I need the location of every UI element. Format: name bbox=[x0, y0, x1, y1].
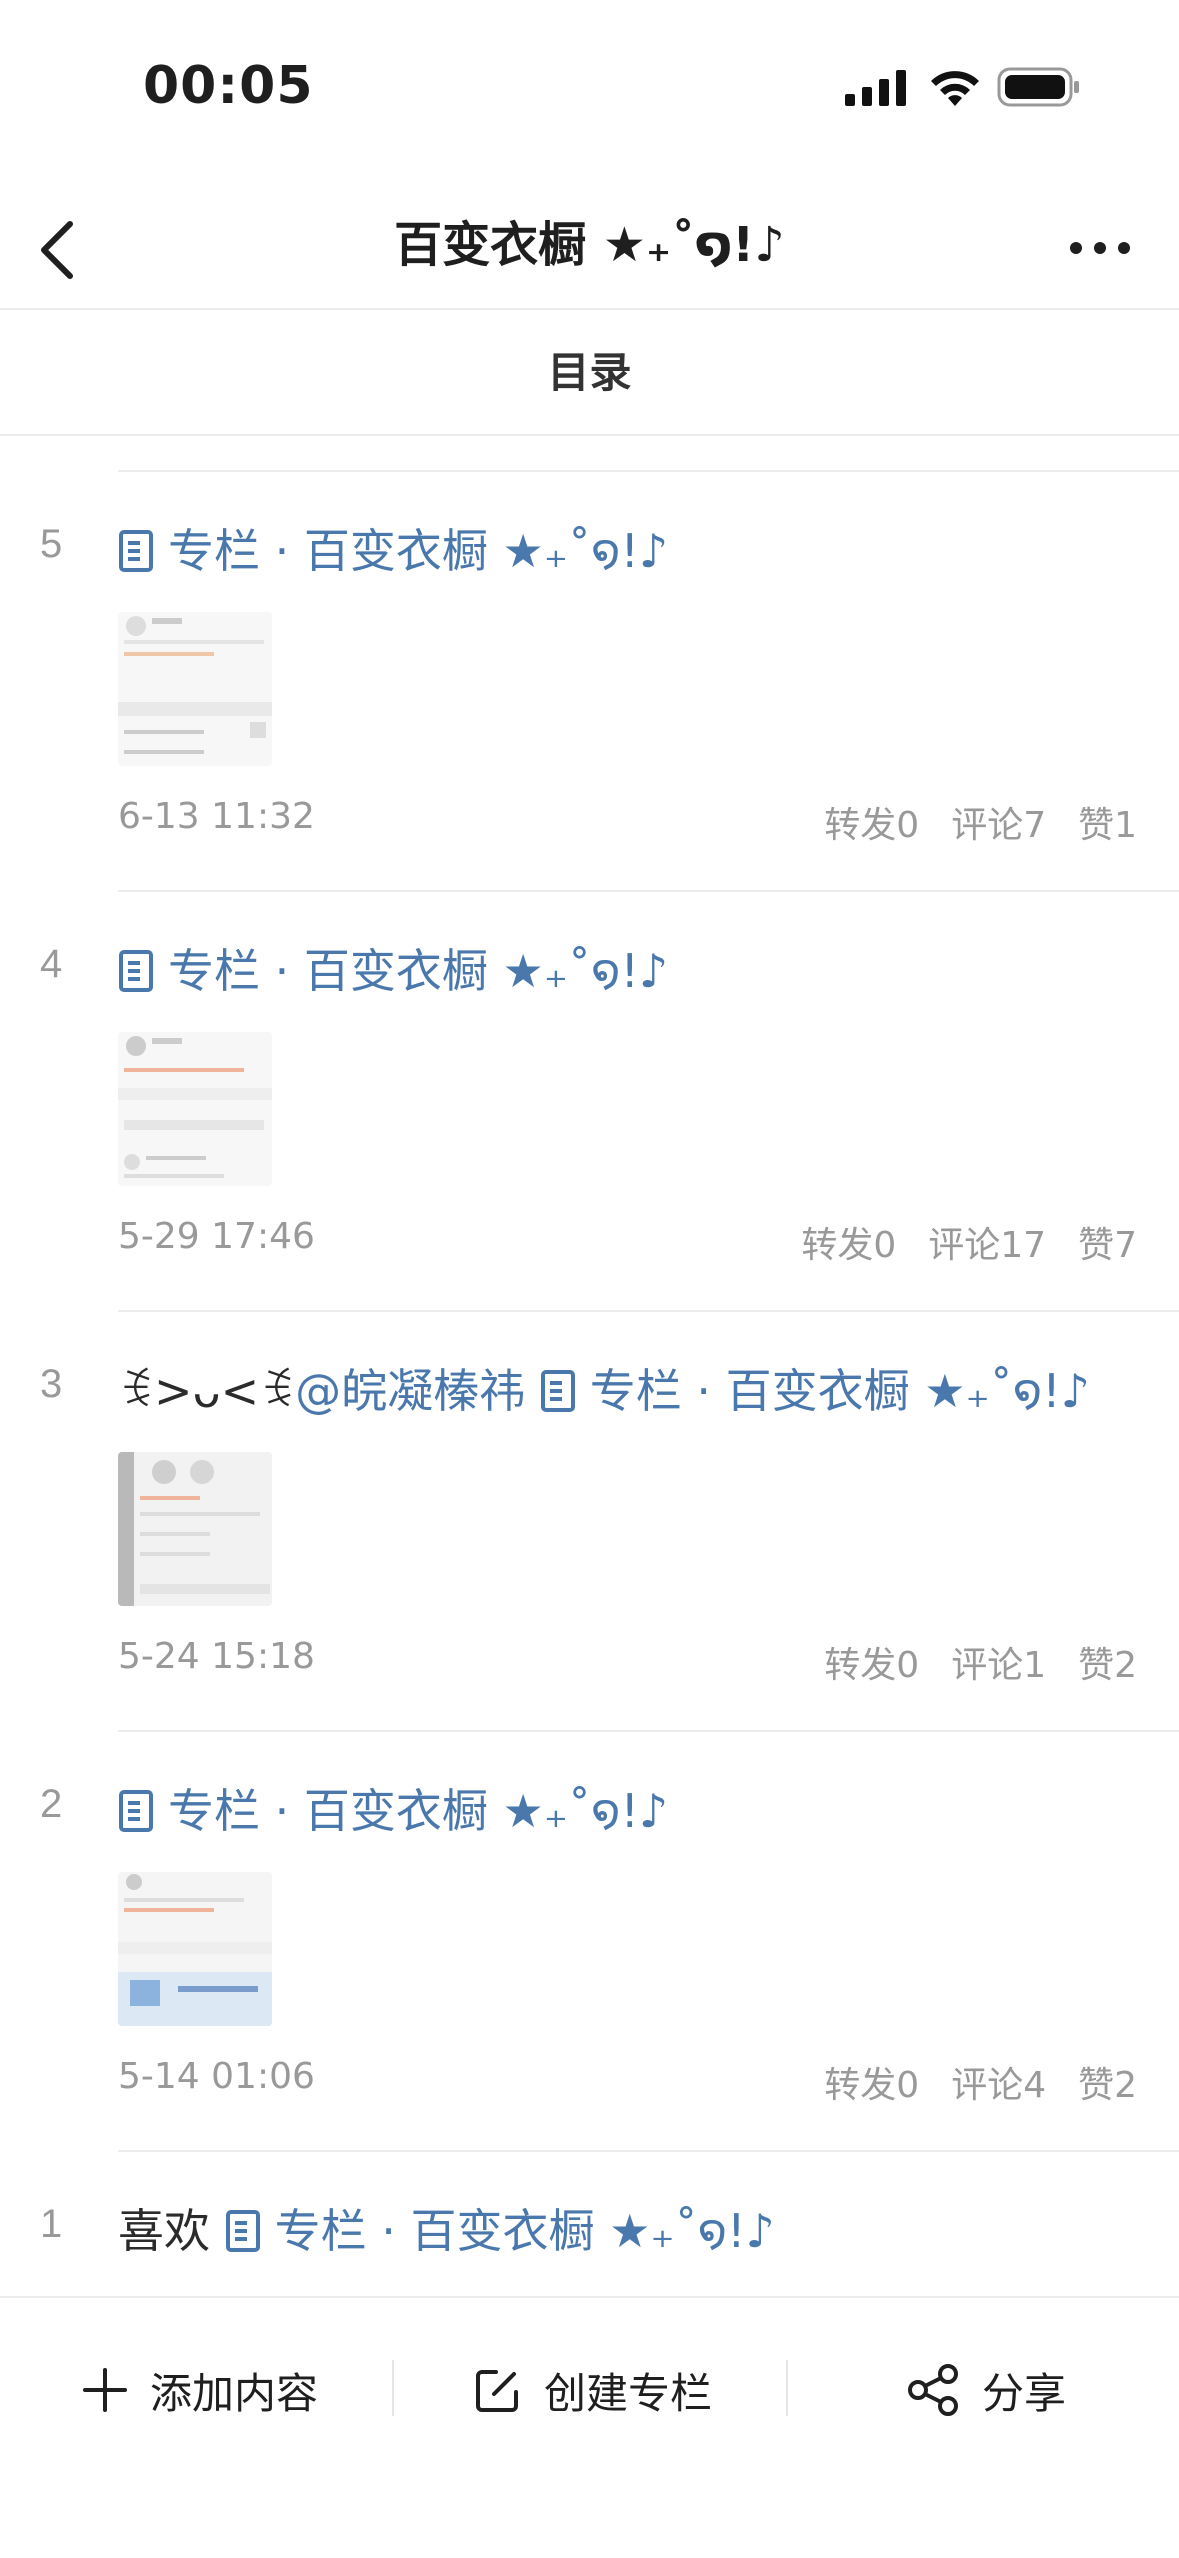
column-link[interactable]: 专栏 · 百变衣橱 ★₊˚໑!♪ bbox=[118, 1784, 668, 1838]
repost-count[interactable]: 转发0 bbox=[824, 1645, 919, 1686]
toc-header[interactable]: 目录 bbox=[0, 312, 1179, 434]
column-link[interactable]: 专栏 · 百变衣橱 ★₊˚໑!♪ bbox=[118, 524, 668, 578]
navigation-bar: 百变衣橱 ★₊˚໑!♪ bbox=[0, 190, 1179, 308]
bottom-toolbar: 添加内容 创建专栏 分享 bbox=[0, 2296, 1179, 2558]
create-column-label: 创建专栏 bbox=[544, 2368, 713, 2418]
column-label: 专栏 · 百变衣橱 ★₊˚໑!♪ bbox=[589, 1364, 1091, 1418]
item-date: 5-14 01:06 bbox=[118, 2056, 315, 2097]
status-bar: 00:05 bbox=[0, 0, 1179, 170]
title-prefix: 喜欢 bbox=[118, 2204, 210, 2258]
column-link[interactable]: 专栏 · 百变衣橱 ★₊˚໑!♪ bbox=[540, 1364, 1090, 1418]
share-icon bbox=[908, 2364, 958, 2416]
document-icon bbox=[119, 950, 153, 992]
add-content-button[interactable]: 添加内容 bbox=[82, 2350, 318, 2430]
edit-icon bbox=[476, 2370, 518, 2412]
column-label: 专栏 · 百变衣橱 ★₊˚໑!♪ bbox=[168, 524, 669, 578]
list-top-divider bbox=[118, 470, 1179, 472]
column-link[interactable]: 专栏 · 百变衣橱 ★₊˚໑!♪ bbox=[225, 2204, 775, 2258]
comment-count[interactable]: 评论7 bbox=[951, 805, 1046, 846]
column-label: 专栏 · 百变衣橱 ★₊˚໑!♪ bbox=[168, 1784, 669, 1838]
document-icon bbox=[225, 2210, 260, 2252]
title-prefix: ꉂ>ᴗ<ꉂ bbox=[118, 1364, 296, 1418]
item-number: 4 bbox=[40, 942, 63, 986]
item-stats: 转发0 评论4 赞2 bbox=[792, 2056, 1137, 2108]
comment-count[interactable]: 评论4 bbox=[951, 2065, 1046, 2106]
item-divider bbox=[118, 890, 1179, 892]
item-number: 5 bbox=[40, 522, 63, 566]
item-date: 5-24 15:18 bbox=[118, 1636, 315, 1677]
item-stats: 转发0 评论7 赞1 bbox=[792, 796, 1137, 848]
repost-count[interactable]: 转发0 bbox=[824, 2065, 919, 2106]
item-divider bbox=[118, 2150, 1179, 2152]
document-icon bbox=[119, 530, 153, 572]
like-count[interactable]: 赞2 bbox=[1078, 2065, 1137, 2106]
more-dots-icon[interactable] bbox=[1068, 238, 1132, 258]
post-thumbnail[interactable] bbox=[118, 1872, 272, 2026]
column-link[interactable]: 专栏 · 百变衣橱 ★₊˚໑!♪ bbox=[118, 944, 668, 998]
item-stats: 转发0 评论1 赞2 bbox=[792, 1636, 1137, 1688]
item-title[interactable]: ꉂ>ᴗ<ꉂ@皖凝榛祎 专栏 · 百变衣橱 ★₊˚໑!♪ bbox=[118, 1358, 1090, 1424]
toolbar-divider bbox=[786, 2360, 788, 2416]
signal-icon bbox=[845, 70, 906, 106]
item-divider bbox=[118, 1310, 1179, 1312]
create-column-button[interactable]: 创建专栏 bbox=[474, 2350, 712, 2430]
item-stats: 转发0 评论17 赞7 bbox=[769, 1216, 1137, 1268]
status-time: 00:05 bbox=[143, 56, 314, 116]
post-thumbnail[interactable] bbox=[118, 1032, 272, 1186]
item-divider bbox=[118, 1730, 1179, 1732]
battery-icon bbox=[997, 67, 1079, 107]
like-count[interactable]: 赞2 bbox=[1078, 1645, 1137, 1686]
like-count[interactable]: 赞7 bbox=[1078, 1225, 1137, 1266]
post-thumbnail[interactable] bbox=[118, 1452, 272, 1606]
mention-link[interactable]: @皖凝榛祎 bbox=[295, 1364, 525, 1418]
column-label: 专栏 · 百变衣橱 ★₊˚໑!♪ bbox=[274, 2204, 775, 2258]
add-content-label: 添加内容 bbox=[150, 2368, 319, 2418]
item-title[interactable]: 喜欢 专栏 · 百变衣橱 ★₊˚໑!♪ bbox=[118, 2198, 775, 2264]
item-date: 5-29 17:46 bbox=[118, 1216, 315, 1257]
item-title[interactable]: 专栏 · 百变衣橱 ★₊˚໑!♪ bbox=[118, 518, 668, 584]
share-button[interactable]: 分享 bbox=[906, 2350, 1066, 2430]
toolbar-divider bbox=[392, 2360, 394, 2416]
share-label: 分享 bbox=[982, 2368, 1067, 2418]
item-title[interactable]: 专栏 · 百变衣橱 ★₊˚໑!♪ bbox=[118, 1778, 668, 1844]
item-title[interactable]: 专栏 · 百变衣橱 ★₊˚໑!♪ bbox=[118, 938, 668, 1004]
item-date: 6-13 11:32 bbox=[118, 796, 315, 837]
repost-count[interactable]: 转发0 bbox=[801, 1225, 896, 1266]
like-count[interactable]: 赞1 bbox=[1078, 805, 1137, 846]
plus-icon bbox=[83, 2368, 127, 2412]
item-number: 2 bbox=[40, 1782, 63, 1826]
page-title: 百变衣橱 ★₊˚໑!♪ bbox=[394, 217, 785, 273]
item-number: 3 bbox=[40, 1362, 63, 1406]
document-icon bbox=[119, 1790, 153, 1832]
post-thumbnail[interactable] bbox=[118, 612, 272, 766]
comment-count[interactable]: 评论17 bbox=[928, 1225, 1046, 1266]
nav-divider bbox=[0, 308, 1179, 310]
wifi-icon bbox=[931, 71, 979, 106]
document-icon bbox=[540, 1370, 575, 1412]
comment-count[interactable]: 评论1 bbox=[951, 1645, 1046, 1686]
repost-count[interactable]: 转发0 bbox=[824, 805, 919, 846]
toc-divider bbox=[0, 434, 1179, 436]
column-label: 专栏 · 百变衣橱 ★₊˚໑!♪ bbox=[168, 944, 669, 998]
item-number: 1 bbox=[40, 2202, 63, 2246]
